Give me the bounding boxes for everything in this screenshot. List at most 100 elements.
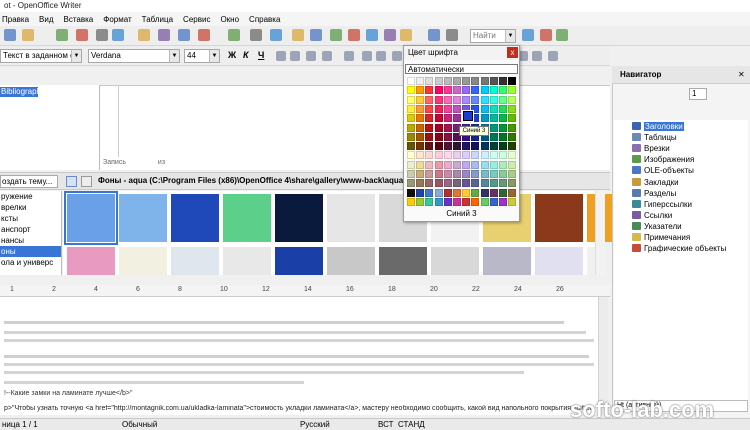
color-swatch[interactable] [462, 188, 471, 197]
toolbar-button-icon[interactable] [400, 29, 412, 41]
color-swatch[interactable] [489, 95, 498, 104]
format-button-icon[interactable] [362, 51, 372, 61]
color-swatch[interactable] [480, 151, 489, 160]
color-swatch[interactable] [489, 114, 498, 123]
toolbar-button-icon[interactable] [348, 29, 360, 41]
toolbar-button-icon[interactable] [428, 29, 440, 41]
color-swatch[interactable] [416, 179, 425, 188]
detail-view-icon[interactable] [81, 176, 92, 187]
menu-item[interactable]: Справка [249, 15, 280, 24]
color-swatch[interactable] [462, 151, 471, 160]
color-swatch[interactable] [434, 151, 443, 160]
color-swatch[interactable] [489, 170, 498, 178]
gallery-thumbnail[interactable] [171, 247, 219, 275]
color-swatch[interactable] [416, 132, 425, 141]
gallery-theme-item[interactable]: ола и универс [0, 257, 61, 268]
color-swatch[interactable] [434, 77, 443, 85]
navigator-page-input[interactable]: 1 [689, 88, 707, 100]
color-swatch[interactable] [434, 104, 443, 113]
color-swatch[interactable] [471, 160, 480, 169]
gallery-thumbnail[interactable] [275, 247, 323, 275]
color-swatch[interactable] [480, 95, 489, 104]
color-swatch[interactable] [471, 95, 480, 104]
document-page[interactable]: !--Какие замки на ламинате лучше</b>" р>… [0, 297, 598, 415]
color-swatch[interactable] [416, 95, 425, 104]
gallery-thumbnail[interactable] [535, 194, 583, 242]
color-swatch[interactable] [471, 86, 480, 95]
color-swatch[interactable] [489, 104, 498, 113]
status-insert-mode[interactable]: ВСТ [378, 419, 393, 430]
gallery-thumbnail[interactable] [327, 194, 375, 242]
color-swatch[interactable] [434, 86, 443, 95]
color-swatch[interactable] [499, 132, 507, 141]
automatic-color-option[interactable]: Автоматически [405, 64, 518, 74]
underline-button[interactable]: Ч [258, 50, 264, 60]
color-swatch[interactable] [425, 132, 434, 141]
menu-item[interactable]: Сервис [183, 15, 210, 24]
toolbar-button-icon[interactable] [138, 29, 150, 41]
color-swatch[interactable] [416, 142, 425, 151]
gallery-theme-item[interactable]: оны [0, 246, 61, 257]
bold-button[interactable]: Ж [228, 50, 236, 60]
toolbar-button-icon[interactable] [292, 29, 304, 41]
color-swatch[interactable] [471, 142, 480, 151]
color-swatch[interactable] [434, 123, 443, 132]
color-swatch[interactable] [508, 170, 517, 178]
toolbar-button-icon[interactable] [384, 29, 396, 41]
color-swatch[interactable] [407, 151, 415, 160]
gallery-thumbnail[interactable] [119, 194, 167, 242]
color-swatch[interactable] [453, 197, 461, 206]
navigator-item[interactable]: Графические объекты [632, 243, 726, 254]
color-swatch[interactable] [499, 95, 507, 104]
format-button-icon[interactable] [290, 51, 300, 61]
toolbar-button-icon[interactable] [178, 29, 190, 41]
color-swatch[interactable] [508, 114, 517, 123]
color-swatch[interactable] [453, 77, 461, 85]
font-size-combo[interactable]: 44 ▼ [184, 49, 220, 63]
gallery-thumbnail[interactable] [64, 191, 118, 245]
gallery-theme-item[interactable]: врелки [0, 202, 61, 213]
color-swatch[interactable] [434, 188, 443, 197]
color-swatch[interactable] [499, 104, 507, 113]
color-swatch[interactable] [407, 197, 415, 206]
color-swatch[interactable] [443, 160, 452, 169]
color-swatch[interactable] [443, 179, 452, 188]
color-swatch[interactable] [443, 95, 452, 104]
color-swatch[interactable] [453, 114, 461, 123]
color-swatch[interactable] [462, 142, 471, 151]
color-swatch[interactable] [508, 95, 517, 104]
gallery-scrollbar[interactable] [595, 191, 605, 275]
color-swatch[interactable] [499, 86, 507, 95]
format-button-icon[interactable] [344, 51, 354, 61]
color-swatch[interactable] [480, 197, 489, 206]
color-swatch[interactable] [443, 114, 452, 123]
navigator-item[interactable]: Примечания [632, 232, 690, 243]
format-button-icon[interactable] [376, 51, 386, 61]
color-swatch[interactable] [480, 179, 489, 188]
color-swatch[interactable] [499, 151, 507, 160]
color-swatch[interactable] [489, 77, 498, 85]
status-selection-mode[interactable]: СТАНД [398, 419, 425, 430]
color-swatch[interactable] [425, 188, 434, 197]
navigator-item[interactable]: Разделы [632, 188, 676, 199]
gallery-theme-list[interactable]: ружение врелки ксты анспорт нансы оны ола и ун… [0, 191, 62, 275]
color-swatch[interactable] [499, 114, 507, 123]
color-swatch[interactable] [453, 142, 461, 151]
color-swatch[interactable] [434, 95, 443, 104]
color-swatch[interactable] [508, 151, 517, 160]
color-swatch[interactable] [480, 86, 489, 95]
navigator-item[interactable]: Заголовки [632, 121, 684, 132]
toolbar-button-icon[interactable] [76, 29, 88, 41]
color-swatch[interactable] [443, 188, 452, 197]
toolbar-button-icon[interactable] [198, 29, 210, 41]
color-swatch[interactable] [443, 123, 452, 132]
navigator-item[interactable]: Таблицы [632, 132, 677, 143]
color-swatch[interactable] [434, 132, 443, 141]
close-button[interactable]: x [507, 47, 518, 58]
color-swatch[interactable] [425, 104, 434, 113]
color-swatch[interactable] [407, 179, 415, 188]
color-swatch[interactable] [480, 160, 489, 169]
color-swatch[interactable] [434, 142, 443, 151]
color-swatch-grid[interactable] [405, 75, 518, 207]
color-swatch[interactable] [443, 151, 452, 160]
